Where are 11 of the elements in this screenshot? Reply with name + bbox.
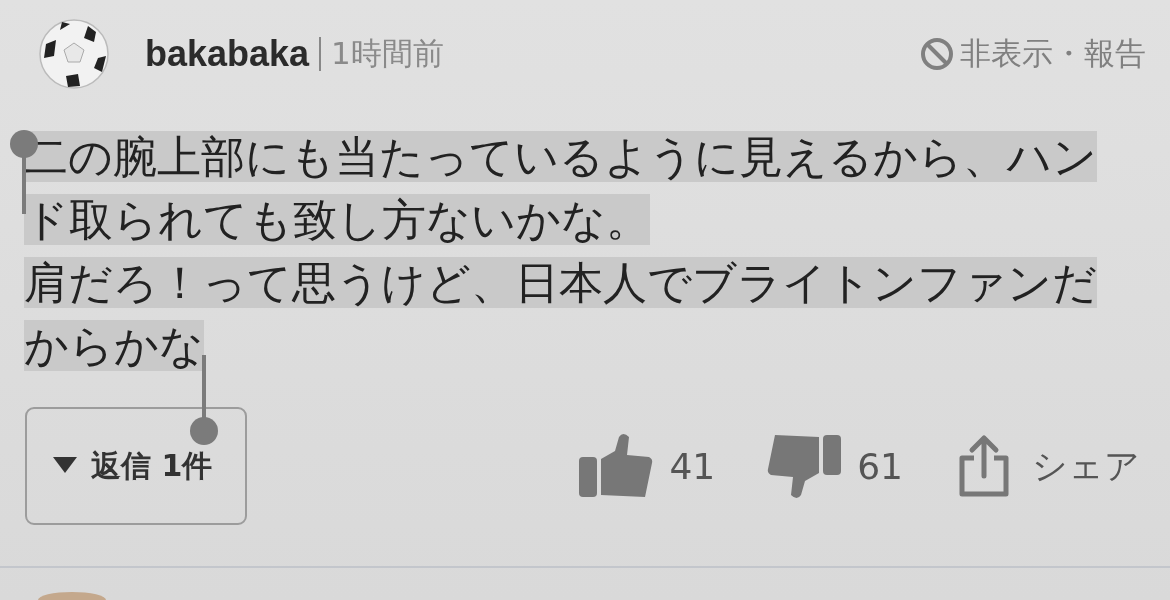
replies-button[interactable]: 返信 1件 — [25, 407, 247, 525]
share-icon[interactable] — [958, 434, 1010, 498]
username[interactable]: bakabaka — [145, 33, 310, 75]
like-count: 41 — [669, 445, 716, 487]
dislike-count: 61 — [857, 445, 903, 487]
soccer-ball-avatar[interactable] — [38, 18, 110, 90]
thumbs-up-icon[interactable] — [579, 433, 654, 499]
thumbs-down-icon[interactable] — [767, 433, 842, 499]
post-time: 1時間前 — [331, 34, 444, 73]
prohibited-icon — [920, 37, 954, 71]
share-button[interactable]: シェア — [1032, 442, 1140, 490]
